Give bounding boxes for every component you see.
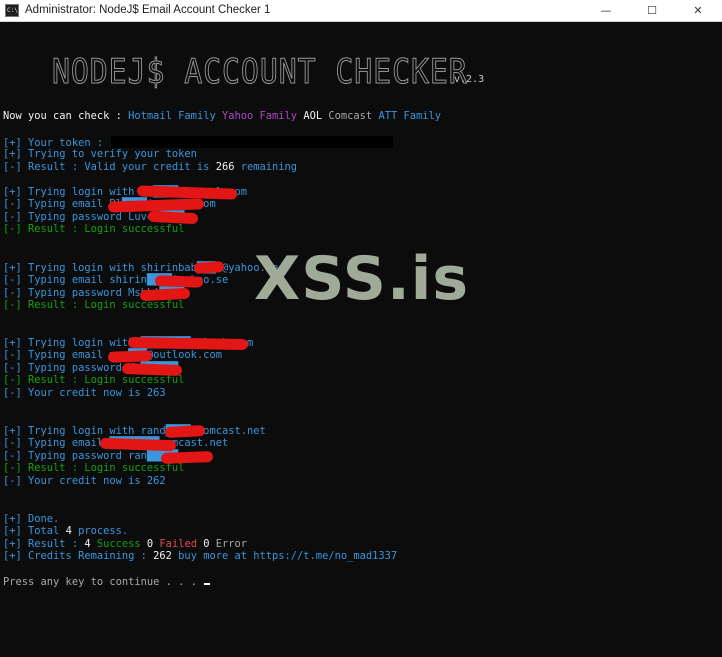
- close-button[interactable]: ✕: [675, 0, 721, 22]
- provider-aol: AOL: [303, 110, 323, 122]
- summary-credits-mid: buy more at: [171, 550, 254, 562]
- window-title: Administrator: NodeJ$ Email Account Chec…: [25, 4, 271, 16]
- summary-result-line: [+] Result : 4 Success 0 Failed 0 Error: [3, 538, 247, 551]
- summary-credits-value: 262: [153, 550, 172, 562]
- summary-total-suffix: process.: [71, 525, 129, 537]
- attempt-password-line: [-] Typing password ran█████: [3, 450, 179, 462]
- token-result-prefix: [-] Result : Valid your credit is: [3, 161, 216, 173]
- continue-prompt-line: Press any key to continue . . .: [3, 576, 211, 589]
- support-prefix: Now you can check :: [3, 110, 129, 122]
- terminal-icon: C:\: [5, 4, 19, 17]
- text-cursor: [204, 583, 211, 585]
- provider-att: ATT Family: [378, 110, 441, 122]
- redaction-mark: [107, 350, 153, 363]
- summary-error-label: Error: [209, 538, 248, 550]
- summary-result-prefix: [+] Result :: [3, 538, 85, 550]
- continue-prompt: Press any key to continue . . .: [3, 576, 204, 588]
- minimize-button[interactable]: —: [583, 0, 629, 22]
- window-titlebar: C:\ Administrator: NodeJ$ Email Account …: [0, 0, 722, 22]
- attempt-login-line: [+] Trying login with rand████@comcast.n…: [3, 425, 266, 437]
- attempt-result-line: [-] Result : Login successful: [3, 223, 185, 235]
- app-version: v.2.3: [454, 74, 485, 85]
- provider-yahoo: Yahoo Family: [221, 110, 298, 122]
- redaction-mark: [164, 424, 206, 439]
- attempt-login-line: [+] Trying login with shirinbab███0@yaho…: [3, 262, 279, 274]
- redaction-mark: [160, 451, 214, 464]
- attempt-credit-line: [-] Your credit now is 262: [3, 475, 166, 487]
- app-banner: NODEJ$ ACCOUNT CHECKER: [52, 52, 468, 93]
- token-verify-line: [+] Trying to verify your token: [3, 148, 197, 160]
- summary-total-line: [+] Total 4 process.: [3, 525, 128, 538]
- attempt-credit-line: [-] Your credit now is 263: [3, 387, 166, 399]
- summary-failed-label: Failed: [153, 538, 204, 550]
- summary-total-prefix: [+] Total: [3, 525, 66, 537]
- provider-comcast: Comcast: [328, 110, 373, 122]
- support-line: Now you can check : Hotmail Family Yahoo…: [3, 110, 441, 123]
- summary-credits-line: [+] Credits Remaining : 262 buy more at …: [3, 550, 397, 563]
- token-redaction: [111, 136, 394, 148]
- console-output[interactable]: NODEJ$ ACCOUNT CHECKER v.2.3 Now you can…: [0, 22, 722, 657]
- token-credit: 266: [215, 161, 235, 173]
- attempt-result-line: [-] Result : Login successful: [3, 462, 185, 474]
- token-result-line: [-] Result : Valid your credit is 266 re…: [3, 161, 297, 174]
- maximize-button[interactable]: ☐: [629, 0, 675, 22]
- redaction-mark: [193, 260, 225, 275]
- summary-credits-prefix: [+] Credits Remaining :: [3, 550, 154, 562]
- attempt-result-line: [-] Result : Login successful: [3, 374, 185, 386]
- redaction-mark: [121, 362, 183, 377]
- summary-success-label: Success: [90, 538, 147, 550]
- watermark: XSS.is: [254, 244, 470, 314]
- summary-credits-link: https://t.me/no_mad1337: [253, 550, 398, 562]
- provider-hotmail: Hotmail Family: [128, 110, 216, 122]
- attempt-result-line: [-] Result : Login successful: [3, 299, 185, 311]
- token-result-suffix: remaining: [234, 161, 298, 173]
- redaction-mark: [154, 275, 204, 288]
- redaction-mark: [127, 336, 249, 351]
- summary-done-line: [+] Done.: [3, 513, 60, 525]
